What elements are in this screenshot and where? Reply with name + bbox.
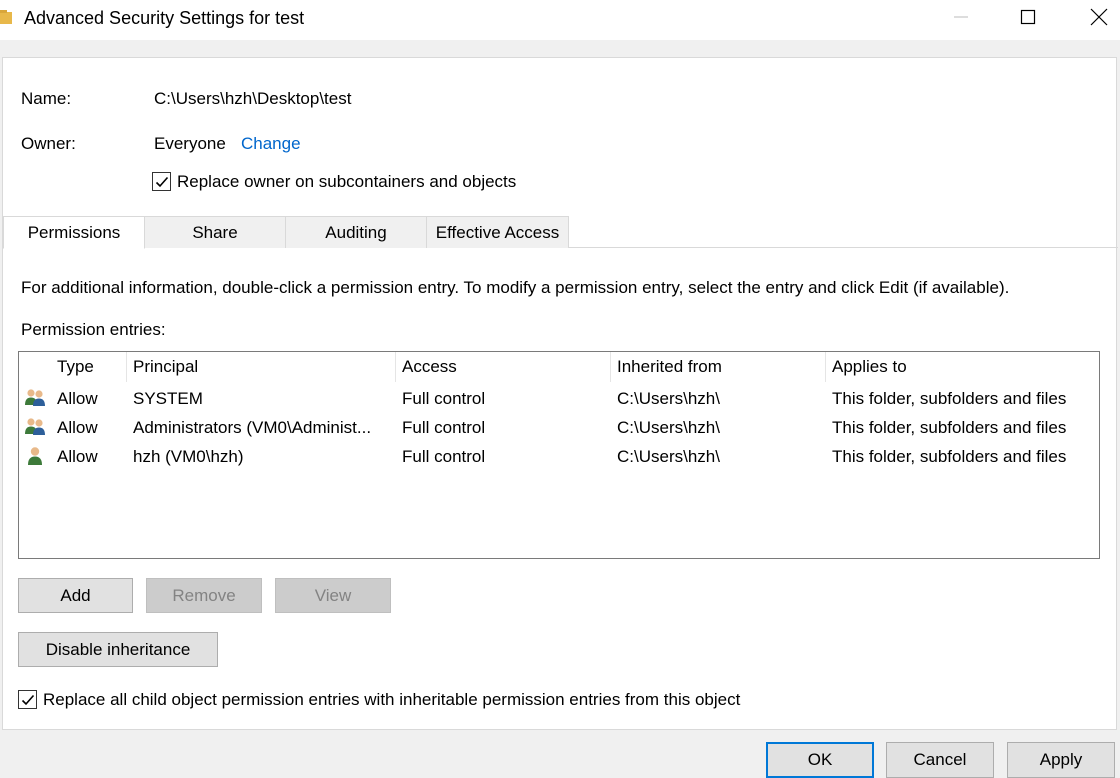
maximize-icon bbox=[1020, 9, 1036, 30]
minimize-button[interactable] bbox=[932, 0, 990, 38]
row-access: Full control bbox=[402, 389, 486, 408]
cancel-button-label: Cancel bbox=[913, 750, 967, 769]
tab-permissions[interactable]: Permissions bbox=[3, 216, 145, 249]
ok-button[interactable]: OK bbox=[766, 742, 874, 778]
info-text: For additional information, double-click… bbox=[21, 278, 1010, 297]
row-applies-to: This folder, subfolders and files bbox=[832, 418, 1067, 437]
permission-entries-label: Permission entries: bbox=[21, 320, 166, 339]
remove-button-label: Remove bbox=[172, 585, 236, 605]
column-header-access-label: Access bbox=[402, 357, 457, 376]
column-header-inherited-from-label: Inherited from bbox=[617, 357, 722, 376]
row-access: Full control bbox=[402, 418, 486, 437]
close-button[interactable] bbox=[1070, 0, 1120, 38]
disable-inheritance-button-label: Disable inheritance bbox=[45, 639, 191, 659]
folder-icon bbox=[0, 9, 12, 25]
main-panel: Name: C:\Users\hzh\Desktop\test Owner: E… bbox=[2, 57, 1118, 730]
tab-effective-access[interactable]: Effective Access bbox=[426, 216, 569, 248]
row-inherited-from: C:\Users\hzh\ bbox=[617, 418, 720, 437]
row-principal: SYSTEM bbox=[133, 389, 203, 408]
apply-button[interactable]: Apply bbox=[1007, 742, 1115, 778]
tab-permissions-label: Permissions bbox=[27, 222, 121, 242]
add-button-label: Add bbox=[60, 585, 91, 605]
owner-change-link[interactable]: Change bbox=[241, 134, 301, 154]
row-principal: hzh (VM0\hzh) bbox=[133, 447, 244, 466]
add-button[interactable]: Add bbox=[18, 578, 133, 613]
row-type: Allow bbox=[57, 447, 98, 466]
minimize-icon bbox=[953, 9, 969, 30]
column-header-access[interactable]: Access bbox=[396, 352, 611, 382]
tab-auditing[interactable]: Auditing bbox=[285, 216, 427, 248]
close-icon bbox=[1090, 8, 1108, 31]
group-users-icon bbox=[24, 417, 46, 437]
row-principal: Administrators (VM0\Administ... bbox=[133, 418, 372, 437]
checkmark-icon bbox=[155, 176, 169, 188]
replace-owner-checkbox[interactable] bbox=[152, 172, 171, 191]
tab-effective-access-label: Effective Access bbox=[435, 222, 560, 242]
window-title: Advanced Security Settings for test bbox=[24, 8, 305, 28]
column-header-principal[interactable]: Principal bbox=[127, 352, 396, 382]
column-header-type-label: Type bbox=[57, 357, 94, 376]
apply-button-label: Apply bbox=[1039, 750, 1083, 769]
replace-child-permissions-label: Replace all child object permission entr… bbox=[43, 690, 741, 709]
maximize-button[interactable] bbox=[999, 0, 1057, 38]
replace-owner-label: Replace owner on subcontainers and objec… bbox=[177, 172, 517, 191]
row-access: Full control bbox=[402, 447, 486, 466]
owner-label: Owner: bbox=[21, 134, 76, 153]
column-header-inherited-from[interactable]: Inherited from bbox=[611, 352, 826, 382]
single-user-icon bbox=[24, 446, 46, 466]
row-type: Allow bbox=[57, 389, 98, 408]
column-header-applies-to[interactable]: Applies to bbox=[826, 352, 1099, 382]
disable-inheritance-button[interactable]: Disable inheritance bbox=[18, 632, 218, 667]
cancel-button[interactable]: Cancel bbox=[886, 742, 994, 778]
permission-entries-list[interactable]: Type Principal Access Inherited from App… bbox=[18, 351, 1100, 559]
tab-auditing-label: Auditing bbox=[325, 222, 387, 242]
row-applies-to: This folder, subfolders and files bbox=[832, 389, 1067, 408]
row-inherited-from: C:\Users\hzh\ bbox=[617, 389, 720, 408]
tab-share-label: Share bbox=[192, 222, 238, 242]
tab-share[interactable]: Share bbox=[144, 216, 286, 248]
column-header-type[interactable]: Type bbox=[51, 352, 127, 382]
name-label: Name: bbox=[21, 89, 72, 108]
column-header-principal-label: Principal bbox=[133, 357, 199, 376]
group-users-icon bbox=[24, 388, 46, 408]
view-button-label: View bbox=[314, 585, 352, 605]
view-button[interactable]: View bbox=[275, 578, 391, 613]
row-inherited-from: C:\Users\hzh\ bbox=[617, 447, 720, 466]
column-header-applies-to-label: Applies to bbox=[832, 357, 907, 376]
remove-button[interactable]: Remove bbox=[146, 578, 262, 613]
row-applies-to: This folder, subfolders and files bbox=[832, 447, 1067, 466]
owner-value: Everyone bbox=[154, 134, 226, 153]
replace-child-permissions-checkbox[interactable] bbox=[18, 690, 37, 709]
row-type: Allow bbox=[57, 418, 98, 437]
checkmark-icon bbox=[21, 694, 35, 706]
title-bar: Advanced Security Settings for test bbox=[0, 0, 1120, 40]
name-value: C:\Users\hzh\Desktop\test bbox=[154, 89, 352, 108]
ok-button-label: OK bbox=[807, 750, 833, 769]
